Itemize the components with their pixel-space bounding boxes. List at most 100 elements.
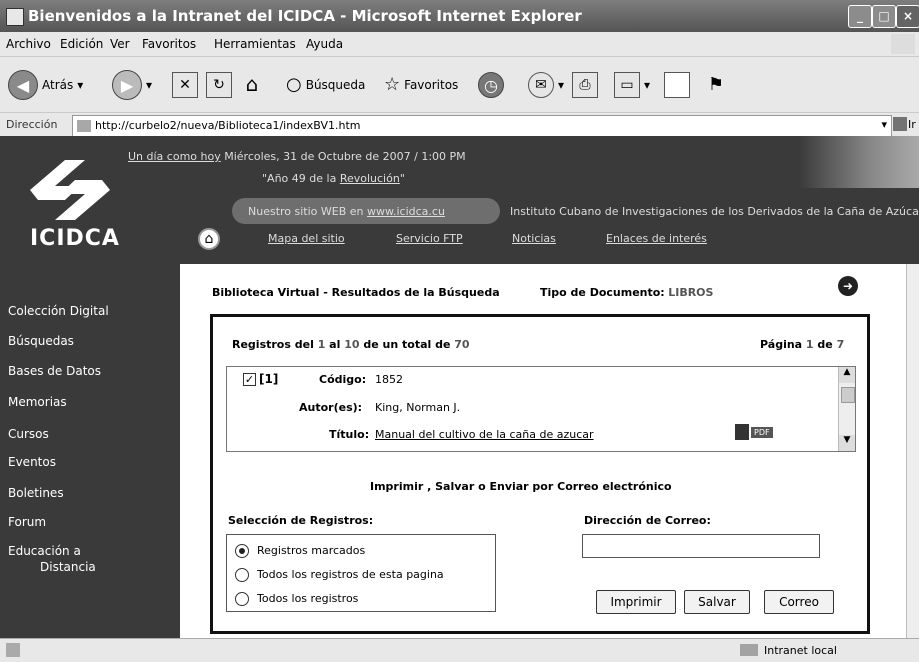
radio-marked[interactable] [235,544,249,558]
website-prefix: Nuestro sitio WEB en [248,205,368,218]
print-toolbar-button[interactable]: ⎙ [572,72,598,98]
sidebar-item-coleccion[interactable]: Colección Digital [8,304,109,318]
email-label: Dirección de Correo: [584,514,711,527]
history-icon: ◷ [478,72,504,98]
scroll-down-icon[interactable]: ▼ [839,435,855,451]
nav-links[interactable]: Enlaces de interés [606,232,707,245]
scroll-thumb[interactable] [841,387,855,403]
forward-button[interactable]: ▶ ▾ [112,70,152,100]
edit-icon: ▭ [614,72,640,98]
search-icon: ○ [286,74,302,95]
discuss-icon [664,72,690,98]
search-label: Búsqueda [305,77,366,92]
logo-emblem-icon [30,160,110,220]
save-button[interactable]: Salvar [684,590,750,614]
dropdown-icon: ▾ [644,78,651,92]
pagination: Página 1 de 7 [760,338,845,351]
scroll-up-icon[interactable]: ▲ [839,367,855,383]
nav-sitemap[interactable]: Mapa del sitio [268,232,345,245]
maximize-button[interactable]: □ [872,5,896,28]
title-link[interactable]: Manual del cultivo de la caña de azucar [375,428,594,441]
menu-favoritos[interactable]: Favoritos [142,37,196,51]
address-url: http://curbelo2/nueva/Biblioteca1/indexB… [95,119,361,132]
discuss-button[interactable] [664,72,690,98]
back-button[interactable]: ◀ Atrás ▾ [8,70,83,100]
sidebar-item-eventos[interactable]: Eventos [8,455,56,469]
selection-group: Registros marcados Todos los registros d… [226,534,496,612]
year-line: "Año 49 de la Revolución" [262,172,405,185]
home-button[interactable]: ⌂ [240,72,264,96]
radio-page[interactable] [235,568,249,582]
records-summary: Registros del 1 al 10 de un total de 70 [232,338,470,351]
list-scrollbar[interactable]: ▲ ▼ [838,367,855,451]
mail-button[interactable]: ✉ ▾ [528,72,564,98]
next-arrow-icon[interactable]: ➜ [838,276,858,296]
favorites-button[interactable]: ☆ Favoritos [384,74,458,95]
address-label: Dirección [6,118,58,131]
history-button[interactable]: ◷ [478,72,504,98]
home-icon[interactable]: ⌂ [198,228,220,250]
radio-all[interactable] [235,592,249,606]
pdf-icon[interactable]: PDF [735,423,781,441]
search-button[interactable]: ○ Búsqueda [286,74,365,95]
address-dropdown-icon[interactable]: ▾ [881,118,887,131]
minimize-button[interactable]: _ [848,5,872,28]
year-link[interactable]: Revolución [340,172,400,185]
menu-ver[interactable]: Ver [110,37,130,51]
go-arrow-icon[interactable] [893,117,907,131]
date-line: Un día como hoy Miércoles, 31 de Octubre… [128,150,466,163]
sidebar-item-memorias[interactable]: Memorias [8,395,67,409]
page-icon [77,120,91,132]
doc-type-value: LIBROS [668,286,714,299]
code-value: 1852 [375,373,403,386]
radio-page-label: Todos los registros de esta pagina [257,568,444,581]
page-scrollbar[interactable] [906,264,919,638]
messenger-button[interactable]: ⚑ [704,72,728,96]
sidebar-item-educacion-line1: Educación a [8,544,81,558]
radio-all-label: Todos los registros [257,592,359,605]
address-input[interactable]: http://curbelo2/nueva/Biblioteca1/indexB… [72,115,892,137]
actions-heading: Imprimir , Salvar o Enviar por Correo el… [370,480,672,493]
print-button[interactable]: Imprimir [596,590,676,614]
messenger-icon: ⚑ [707,73,725,95]
menu-ayuda[interactable]: Ayuda [306,37,343,51]
website-line: Nuestro sitio WEB en www.icidca.cu [248,205,445,218]
dropdown-icon: ▾ [558,78,565,92]
code-label: Código: [319,373,367,386]
doc-type-label: Tipo de Documento: [540,286,665,299]
menu-edicion[interactable]: Edición [60,37,103,51]
close-button[interactable]: × [896,5,919,28]
record-checkbox[interactable]: ✓ [243,373,256,386]
toolbar: ◀ Atrás ▾ ▶ ▾ ✕ ↻ ⌂ ○ Búsqueda ☆ Favorit… [0,56,919,112]
menu-herramientas[interactable]: Herramientas [214,37,296,51]
sidebar-item-forum[interactable]: Forum [8,515,46,529]
doc-type: Tipo de Documento: LIBROS [540,286,713,299]
stop-button[interactable]: ✕ [172,72,198,98]
address-bar: Dirección http://curbelo2/nueva/Bibliote… [0,112,919,137]
menu-archivo[interactable]: Archivo [6,37,51,51]
logo-text: ICIDCA [30,226,120,251]
forward-arrow-icon: ▶ [112,70,142,100]
edit-button[interactable]: ▭ ▾ [614,72,650,98]
author-label: Autor(es): [299,401,363,414]
sidebar-item-bases[interactable]: Bases de Datos [8,364,101,378]
header-photo [799,136,919,188]
website-link[interactable]: www.icidca.cu [367,205,445,218]
sidebar-item-busquedas[interactable]: Búsquedas [8,334,74,348]
refresh-button[interactable]: ↻ [206,72,232,98]
day-link[interactable]: Un día como hoy [128,150,221,163]
email-input[interactable] [582,534,820,558]
stop-icon: ✕ [172,72,198,98]
radio-marked-label: Registros marcados [257,544,366,557]
sidebar-item-educacion[interactable]: Educación a Distancia [8,544,96,574]
windows-logo-icon [891,34,915,54]
sidebar-item-cursos[interactable]: Cursos [8,427,49,441]
records-list[interactable]: ✓ [1] Código: 1852 Autor(es): King, Norm… [226,366,856,452]
sidebar-item-boletines[interactable]: Boletines [8,486,64,500]
go-label[interactable]: Ir [908,118,916,131]
current-date: Miércoles, 31 de Octubre de 2007 / 1:00 … [224,150,466,163]
nav-news[interactable]: Noticias [512,232,556,245]
mail-button[interactable]: Correo [764,590,834,614]
nav-ftp[interactable]: Servicio FTP [396,232,463,245]
intranet-icon [740,644,758,656]
